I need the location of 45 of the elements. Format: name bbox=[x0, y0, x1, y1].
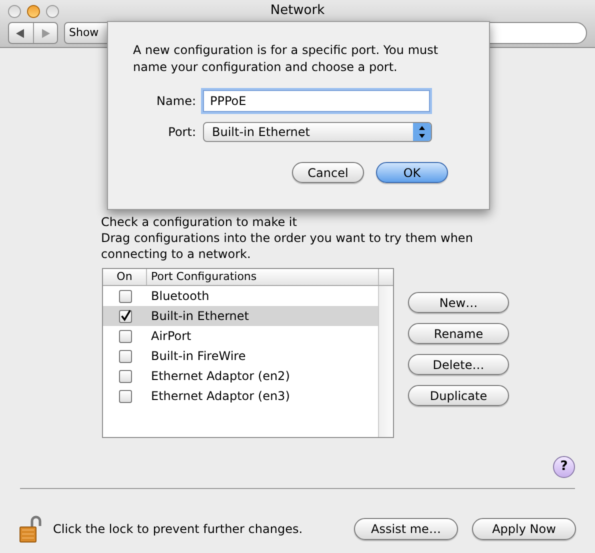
close-button[interactable] bbox=[8, 4, 21, 18]
instruction-text: Check a configuration to make it bbox=[101, 214, 298, 230]
window-title: Network bbox=[270, 2, 325, 20]
table-cell-text: Built-in FireWire bbox=[150, 348, 246, 365]
action-button[interactable]: Duplicate bbox=[408, 385, 509, 406]
name-label: Name: bbox=[156, 93, 197, 110]
table-cell-text: Built-in Ethernet bbox=[150, 308, 249, 325]
port-popup-button[interactable]: Built-in Ethernet bbox=[203, 122, 432, 142]
minimize-button[interactable] bbox=[27, 4, 40, 18]
table-cell-text: AirPort bbox=[150, 328, 192, 345]
sheet-button[interactable]: OK bbox=[376, 162, 448, 183]
checkbox[interactable] bbox=[118, 370, 132, 382]
checkbox[interactable] bbox=[118, 350, 132, 362]
table-cell-text: Bluetooth bbox=[150, 288, 210, 305]
instruction-text: Drag configurations into the order you want to try them when bbox=[101, 230, 474, 246]
action-button[interactable]: Delete… bbox=[408, 354, 509, 375]
table-row[interactable]: Built-in Ethernet bbox=[103, 306, 378, 326]
table-row[interactable]: Ethernet Adaptor (en2) bbox=[103, 366, 378, 386]
column-header[interactable]: Port Configurations bbox=[147, 269, 379, 285]
checkbox[interactable] bbox=[118, 390, 132, 402]
table-cell-text: Ethernet Adaptor (en2) bbox=[150, 368, 290, 385]
table-row[interactable]: Ethernet Adaptor (en3) bbox=[103, 386, 378, 406]
back-forward-control[interactable] bbox=[8, 22, 58, 44]
name-field[interactable]: PPPoE bbox=[203, 90, 430, 112]
table-row[interactable]: Built-in FireWire bbox=[103, 346, 378, 366]
footer-button[interactable]: Assist me… bbox=[354, 518, 458, 540]
stepper-arrows-icon bbox=[413, 123, 431, 141]
checkbox[interactable] bbox=[118, 310, 132, 322]
table-row[interactable]: Bluetooth bbox=[103, 286, 378, 306]
lock-text: Click the lock to prevent further changes. bbox=[53, 521, 303, 538]
port-label: Port: bbox=[167, 124, 197, 141]
checkmark-icon bbox=[120, 310, 130, 322]
help-icon[interactable]: ? bbox=[553, 456, 575, 478]
column-header[interactable]: On bbox=[103, 269, 147, 285]
table-cell-text: Ethernet Adaptor (en3) bbox=[150, 388, 290, 405]
table-row[interactable]: AirPort bbox=[103, 326, 378, 346]
checkbox[interactable] bbox=[118, 330, 132, 342]
checkbox[interactable] bbox=[118, 290, 132, 302]
action-button[interactable]: New… bbox=[408, 292, 509, 313]
instruction-text: connecting to a network. bbox=[101, 246, 252, 262]
zoom-button[interactable] bbox=[46, 4, 59, 18]
sheet-button[interactable]: Cancel bbox=[292, 162, 364, 183]
action-button[interactable]: Rename bbox=[408, 323, 509, 344]
sheet-message: A new configuration is for a specific port. You must name your configuration and choose a port. bbox=[133, 42, 440, 76]
footer-button[interactable]: Apply Now bbox=[472, 518, 576, 540]
